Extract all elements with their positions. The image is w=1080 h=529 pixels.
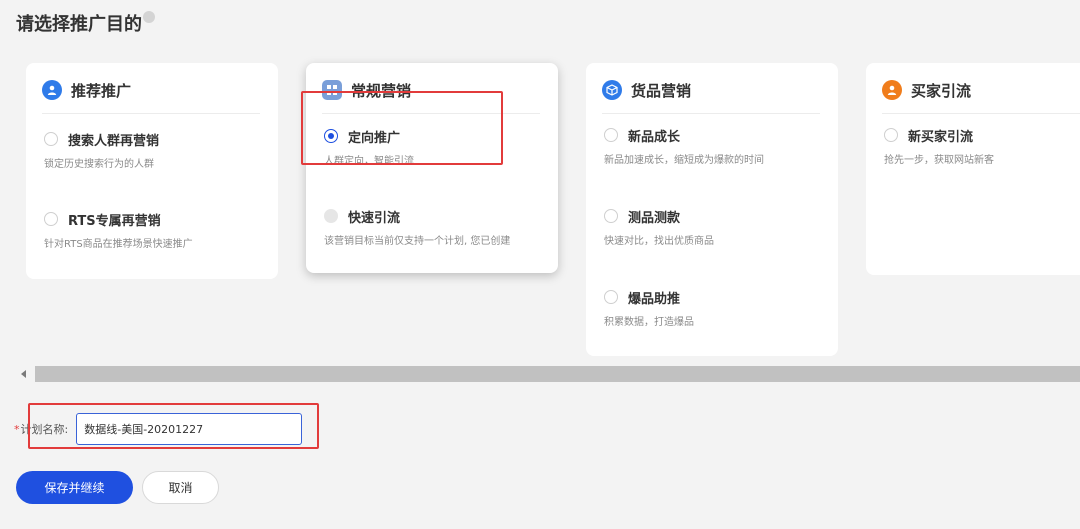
radio-quick-traffic xyxy=(324,209,338,223)
option-product-testing[interactable]: 测品测款 快速对比，找出优质商品 xyxy=(604,206,714,247)
option-label: 快速引流 xyxy=(348,210,401,226)
card-title: 买家引流 xyxy=(911,81,972,100)
card-recommend-promotion: 推荐推广 搜索人群再营销 锁定历史搜索行为的人群 RTS专属再营销 针对RTS商… xyxy=(26,63,278,279)
cube-icon xyxy=(602,80,622,100)
option-search-remarketing[interactable]: 搜索人群再营销 锁定历史搜索行为的人群 xyxy=(44,129,159,170)
option-desc: 积累数据，打造爆品 xyxy=(604,317,694,328)
card-divider xyxy=(882,113,1080,114)
card-divider xyxy=(42,113,260,114)
option-desc: 该营销目标当前仅支持一个计划, 您已创建 xyxy=(324,236,511,247)
radio-hot-product-boost[interactable] xyxy=(604,290,618,304)
cancel-button[interactable]: 取消 xyxy=(142,471,219,504)
card-header: 推荐推广 xyxy=(42,79,131,101)
radio-product-testing[interactable] xyxy=(604,209,618,223)
option-label: 新买家引流 xyxy=(908,129,974,145)
highlight-box-plan-name xyxy=(28,403,319,449)
option-label: RTS专属再营销 xyxy=(68,213,161,229)
radio-search-remarketing[interactable] xyxy=(44,132,58,146)
option-quick-traffic: 快速引流 该营销目标当前仅支持一个计划, 您已创建 xyxy=(324,206,510,247)
card-title: 推荐推广 xyxy=(71,81,132,100)
buyer-icon xyxy=(882,80,902,100)
option-rts-remarketing[interactable]: RTS专属再营销 针对RTS商品在推荐场景快速推广 xyxy=(44,209,193,250)
option-hot-product-boost[interactable]: 爆品助推 积累数据，打造爆品 xyxy=(604,287,694,328)
horizontal-scrollbar[interactable] xyxy=(16,366,1080,382)
user-icon xyxy=(42,80,62,100)
card-buyer-traffic: 买家引流 新买家引流 抢先一步，获取网站新客 xyxy=(866,63,1080,275)
card-header: 买家引流 xyxy=(882,79,971,101)
card-divider xyxy=(602,113,820,114)
save-continue-button[interactable]: 保存并继续 xyxy=(16,471,133,504)
option-label: 爆品助推 xyxy=(628,291,681,307)
scrollbar-thumb[interactable] xyxy=(35,366,1080,382)
option-label: 新品成长 xyxy=(628,129,681,145)
required-mark: * xyxy=(14,422,20,436)
card-title: 货品营销 xyxy=(631,81,692,100)
option-new-buyer-traffic[interactable]: 新买家引流 抢先一步，获取网站新客 xyxy=(884,125,994,166)
option-new-product-growth[interactable]: 新品成长 新品加速成长，缩短成为爆款的时间 xyxy=(604,125,764,166)
option-desc: 锁定历史搜索行为的人群 xyxy=(44,159,154,170)
scroll-left-icon[interactable] xyxy=(21,370,26,378)
option-desc: 快速对比，找出优质商品 xyxy=(604,236,714,247)
help-icon[interactable] xyxy=(143,11,155,23)
page-title: 请选择推广目的 xyxy=(16,10,155,36)
card-header: 货品营销 xyxy=(602,79,691,101)
highlight-box-selected-option xyxy=(301,91,503,165)
radio-rts-remarketing[interactable] xyxy=(44,212,58,226)
option-desc: 抢先一步，获取网站新客 xyxy=(884,155,994,166)
page-title-text: 请选择推广目的 xyxy=(16,14,142,35)
option-desc: 针对RTS商品在推荐场景快速推广 xyxy=(44,239,193,250)
option-desc: 新品加速成长，缩短成为爆款的时间 xyxy=(604,155,764,166)
option-label: 测品测款 xyxy=(628,210,681,226)
option-label: 搜索人群再营销 xyxy=(68,133,160,149)
radio-new-buyer-traffic[interactable] xyxy=(884,128,898,142)
card-product-marketing: 货品营销 新品成长 新品加速成长，缩短成为爆款的时间 测品测款 快速对比，找出优… xyxy=(586,63,838,356)
radio-new-product-growth[interactable] xyxy=(604,128,618,142)
